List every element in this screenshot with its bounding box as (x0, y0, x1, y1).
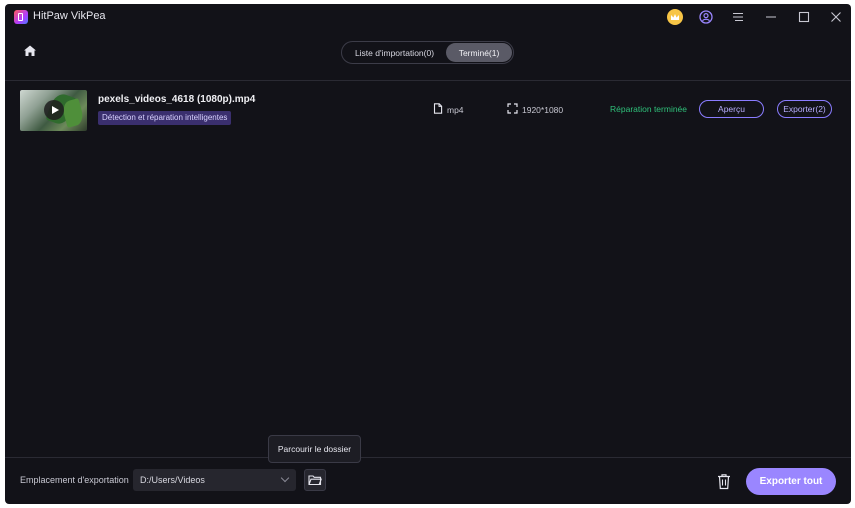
status-label: Réparation terminée (610, 104, 688, 114)
file-resolution: 1920*1080 (507, 103, 563, 116)
menu-icon[interactable] (730, 9, 746, 25)
home-icon[interactable] (22, 43, 38, 59)
user-icon[interactable] (698, 9, 714, 25)
format-label: mp4 (447, 104, 464, 115)
export-path-select[interactable]: D:/Users/Videos (133, 469, 296, 491)
export-all-button[interactable]: Exporter tout (746, 468, 836, 495)
close-icon[interactable] (828, 9, 844, 25)
maximize-icon[interactable] (796, 9, 812, 25)
chevron-down-icon (280, 473, 290, 483)
tab-import-list[interactable]: Liste d'importation(0) (343, 43, 446, 62)
file-icon (433, 103, 443, 116)
file-row[interactable]: pexels_videos_4618 (1080p).mp4 Détection… (5, 90, 851, 134)
export-path-value: D:/Users/Videos (140, 475, 205, 485)
ai-model-tag: Détection et réparation intelligentes (98, 111, 232, 125)
resolution-label: 1920*1080 (522, 104, 564, 115)
tab-switcher: Liste d'importation(0) Terminé(1) (341, 41, 514, 64)
file-format: mp4 (433, 103, 464, 116)
crown-icon[interactable] (667, 9, 683, 25)
app-window: HitPaw VikPea Liste d'importation(0) Ter… (5, 4, 851, 504)
play-icon[interactable] (44, 100, 64, 120)
browse-folder-button[interactable] (304, 469, 326, 491)
video-thumbnail[interactable] (20, 90, 87, 131)
preview-button[interactable]: Aperçu (699, 100, 764, 118)
footer-bar: Emplacement d'exportation D:/Users/Video… (5, 457, 851, 504)
app-logo-icon (14, 10, 28, 24)
tab-completed[interactable]: Terminé(1) (446, 43, 512, 62)
export-button[interactable]: Exporter(2) (777, 100, 832, 118)
export-location-label: Emplacement d'exportation (20, 475, 129, 485)
nav-bar: Liste d'importation(0) Terminé(1) (5, 30, 851, 81)
folder-icon (308, 475, 322, 486)
title-bar: HitPaw VikPea (5, 4, 851, 30)
resolution-icon (507, 103, 518, 116)
minimize-icon[interactable] (763, 9, 779, 25)
file-name: pexels_videos_4618 (1080p).mp4 (98, 94, 256, 105)
app-title: HitPaw VikPea (33, 10, 106, 22)
browse-folder-tooltip: Parcourir le dossier (268, 435, 361, 463)
trash-icon[interactable] (716, 473, 732, 490)
